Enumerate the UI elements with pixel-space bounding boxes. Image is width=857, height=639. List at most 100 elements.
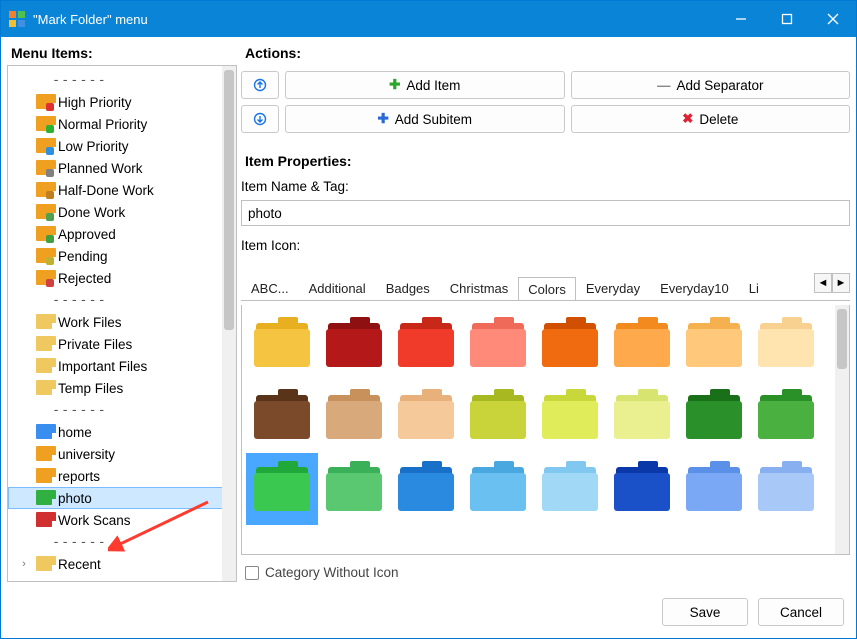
- app-icon: [9, 11, 25, 27]
- tree-item-label: Done Work: [58, 205, 125, 220]
- tree-item[interactable]: Half-Done Work: [8, 179, 236, 201]
- tree-item-label: Low Priority: [58, 139, 129, 154]
- tab-li[interactable]: Li: [739, 276, 769, 300]
- folder-icon: [36, 228, 52, 241]
- folder-icon-option[interactable]: [318, 309, 390, 381]
- close-button[interactable]: [810, 1, 856, 37]
- folder-icon-option[interactable]: [534, 309, 606, 381]
- tab-everyday10[interactable]: Everyday10: [650, 276, 739, 300]
- add-subitem-button[interactable]: ✚Add Subitem: [285, 105, 565, 133]
- tree-item-label: university: [58, 447, 115, 462]
- maximize-button[interactable]: [764, 1, 810, 37]
- tree-item-label: reports: [58, 469, 100, 484]
- tree-item[interactable]: Temp Files: [8, 377, 236, 399]
- folder-icon-option[interactable]: [318, 453, 390, 525]
- folder-icon-option[interactable]: [462, 381, 534, 453]
- tree-item-label: Half-Done Work: [58, 183, 154, 198]
- tree-item-label: Pending: [58, 249, 108, 264]
- item-name-input[interactable]: [241, 200, 850, 226]
- tree-item[interactable]: Rejected: [8, 267, 236, 289]
- folder-icon: [36, 184, 52, 197]
- folder-icon-option[interactable]: [318, 381, 390, 453]
- folder-icon: [36, 250, 52, 263]
- folder-icon-option[interactable]: [462, 453, 534, 525]
- menu-items-label: Menu Items:: [7, 43, 237, 65]
- tree-separator: ------: [8, 531, 236, 553]
- folder-icon-option[interactable]: [750, 381, 822, 453]
- tree-item-label: Temp Files: [58, 381, 123, 396]
- folder-icon-option[interactable]: [606, 309, 678, 381]
- tree-item-label: Approved: [58, 227, 116, 242]
- cancel-button[interactable]: Cancel: [758, 598, 844, 626]
- category-without-icon-checkbox[interactable]: [245, 566, 259, 580]
- folder-icon: [36, 118, 52, 131]
- tree-item[interactable]: university: [8, 443, 236, 465]
- tree-item-label: Private Files: [58, 337, 132, 352]
- tree-item[interactable]: Approved: [8, 223, 236, 245]
- tree-item[interactable]: High Priority: [8, 91, 236, 113]
- tab-colors[interactable]: Colors: [518, 277, 576, 300]
- add-item-button[interactable]: ✚Add Item: [285, 71, 565, 99]
- tree-item[interactable]: photo: [8, 487, 236, 509]
- tab-additional[interactable]: Additional: [299, 276, 376, 300]
- tab-abc[interactable]: ABC...: [241, 276, 299, 300]
- tree-item-label: Work Scans: [58, 513, 131, 528]
- folder-icon-option[interactable]: [678, 381, 750, 453]
- save-button[interactable]: Save: [662, 598, 748, 626]
- tree-item[interactable]: Pending: [8, 245, 236, 267]
- icon-grid[interactable]: [241, 305, 850, 555]
- tree-item-label: Recent: [58, 557, 101, 572]
- folder-icon-option[interactable]: [462, 309, 534, 381]
- folder-icon-option[interactable]: [390, 453, 462, 525]
- item-name-tag-label: Item Name & Tag:: [241, 177, 850, 196]
- icon-category-tabs: ABC...AdditionalBadgesChristmasColorsEve…: [241, 275, 850, 301]
- menu-items-tree[interactable]: ------ High PriorityNormal Priority Low Pr…: [7, 65, 237, 582]
- actions-label: Actions:: [241, 43, 850, 65]
- tree-separator: ------: [8, 289, 236, 311]
- folder-icon-option[interactable]: [678, 453, 750, 525]
- folder-icon-option[interactable]: [750, 309, 822, 381]
- folder-icon-option[interactable]: [390, 309, 462, 381]
- expand-icon[interactable]: ›: [18, 558, 30, 570]
- tree-item[interactable]: › Recent: [8, 553, 236, 575]
- folder-icon-option[interactable]: [534, 453, 606, 525]
- tab-badges[interactable]: Badges: [376, 276, 440, 300]
- move-down-button[interactable]: [241, 105, 279, 133]
- tab-christmas[interactable]: Christmas: [440, 276, 519, 300]
- grid-scrollbar[interactable]: [835, 305, 849, 554]
- tree-item[interactable]: Work Scans: [8, 509, 236, 531]
- folder-icon-option[interactable]: [246, 309, 318, 381]
- folder-icon-option[interactable]: [606, 453, 678, 525]
- tabs-scroll-right[interactable]: ►: [832, 273, 850, 293]
- tree-scrollbar[interactable]: [222, 66, 236, 581]
- folder-icon-option[interactable]: [246, 381, 318, 453]
- folder-icon-option[interactable]: [606, 381, 678, 453]
- tree-item[interactable]: Planned Work: [8, 157, 236, 179]
- tree-item[interactable]: reports: [8, 465, 236, 487]
- folder-icon-option[interactable]: [678, 309, 750, 381]
- tree-item[interactable]: Low Priority: [8, 135, 236, 157]
- folder-icon: [36, 558, 52, 571]
- folder-icon-option[interactable]: [390, 381, 462, 453]
- tree-item[interactable]: Normal Priority: [8, 113, 236, 135]
- move-up-button[interactable]: [241, 71, 279, 99]
- tabs-scroll-left[interactable]: ◄: [814, 273, 832, 293]
- tree-item[interactable]: Private Files: [8, 333, 236, 355]
- tree-item-label: photo: [58, 491, 92, 506]
- tree-item[interactable]: Important Files: [8, 355, 236, 377]
- minimize-button[interactable]: [718, 1, 764, 37]
- tree-item[interactable]: Done Work: [8, 201, 236, 223]
- folder-icon: [36, 206, 52, 219]
- tree-item-label: home: [58, 425, 92, 440]
- tree-item[interactable]: Work Files: [8, 311, 236, 333]
- folder-icon-option[interactable]: [246, 453, 318, 525]
- folder-icon-option[interactable]: [534, 381, 606, 453]
- folder-icon: [36, 140, 52, 153]
- folder-icon-option[interactable]: [750, 453, 822, 525]
- delete-button[interactable]: ✖Delete: [571, 105, 851, 133]
- folder-icon: [36, 338, 52, 351]
- tree-item[interactable]: home: [8, 421, 236, 443]
- tab-everyday[interactable]: Everyday: [576, 276, 650, 300]
- folder-icon: [36, 382, 52, 395]
- add-separator-button[interactable]: —Add Separator: [571, 71, 851, 99]
